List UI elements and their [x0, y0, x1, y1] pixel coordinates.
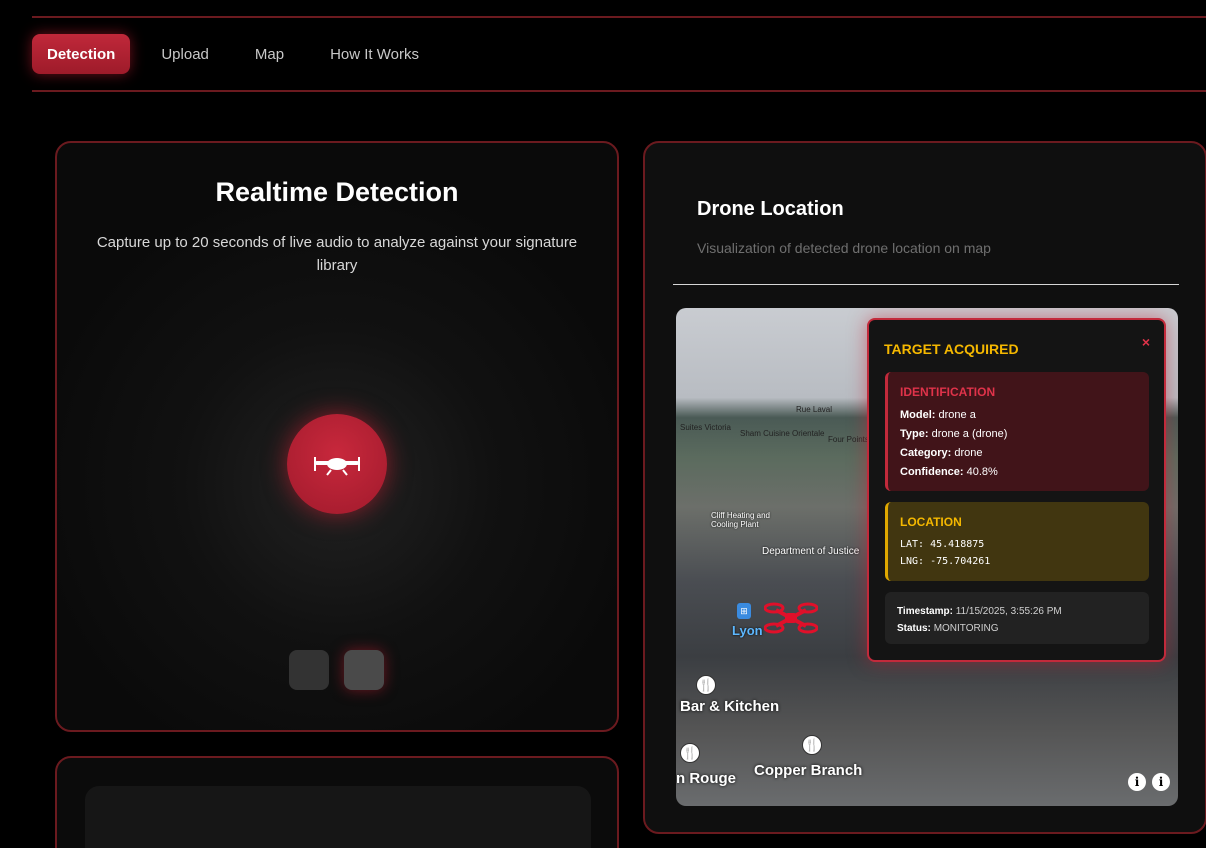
app-root: Detection Upload Map How It Works Realti… [0, 0, 1206, 848]
map-label: Copper Branch [754, 762, 863, 779]
map-label-lyon: Lyon [732, 623, 763, 638]
restaurant-icon: 🍴 [680, 743, 700, 763]
popup-title: TARGET ACQUIRED [884, 341, 1019, 357]
location-subtitle: Visualization of detected drone location… [697, 240, 991, 256]
results-area [85, 786, 591, 848]
timestamp-row: Timestamp: 11/15/2025, 3:55:26 PM [897, 606, 1062, 617]
drone-location-panel: Drone Location Visualization of detected… [643, 141, 1206, 834]
play-control[interactable] [344, 650, 384, 690]
map-label: n Rouge [676, 770, 736, 787]
model-row: Model: drone a [900, 409, 976, 421]
drone-icon [314, 457, 360, 476]
status-row: Status: MONITORING [897, 623, 999, 634]
confidence-row: Confidence: 40.8% [900, 466, 998, 478]
info-icon[interactable]: i [1152, 773, 1170, 791]
map-label: Cliff Heating and Cooling Plant [711, 511, 770, 529]
type-row: Type: drone a (drone) [900, 428, 1008, 440]
detection-description: Capture up to 20 seconds of live audio t… [96, 234, 578, 274]
record-button[interactable] [287, 414, 387, 514]
realtime-detection-panel: Realtime Detection Capture up to 20 seco… [55, 141, 619, 732]
category-row: Category: drone [900, 447, 983, 459]
close-icon[interactable]: × [1142, 334, 1150, 350]
stop-control[interactable] [289, 650, 329, 690]
identification-heading: IDENTIFICATION [900, 385, 996, 399]
tab-map[interactable]: Map [240, 34, 299, 74]
location-section: LOCATION LAT: 45.418875 LNG: -75.704261 [885, 502, 1149, 581]
longitude: LNG: -75.704261 [900, 556, 991, 567]
drone-marker-icon[interactable] [764, 600, 818, 638]
transit-icon: ⊞ [737, 603, 751, 619]
map-view[interactable]: Rue Laval Sham Cuisine Orientale Four Po… [676, 308, 1178, 806]
detection-title: Realtime Detection [215, 177, 459, 207]
location-title: Drone Location [697, 198, 844, 220]
top-strip [32, 0, 1206, 18]
main-nav: Detection Upload Map How It Works [32, 18, 1206, 92]
results-panel [55, 756, 619, 848]
restaurant-icon: 🍴 [802, 735, 822, 755]
tab-upload[interactable]: Upload [146, 34, 224, 74]
tab-how-it-works[interactable]: How It Works [315, 34, 434, 74]
latitude: LAT: 45.418875 [900, 539, 985, 550]
map-label: Sham Cuisine Orientale [740, 429, 825, 438]
restaurant-icon: 🍴 [696, 675, 716, 695]
identification-section: IDENTIFICATION Model: drone a Type: dron… [885, 372, 1149, 491]
map-label: Suites Victoria [680, 423, 731, 432]
target-acquired-popup: TARGET ACQUIRED × IDENTIFICATION Model: … [867, 318, 1166, 662]
map-label: Department of Justice [762, 546, 860, 557]
map-label: Bar & Kitchen [680, 698, 780, 715]
divider [673, 284, 1179, 285]
map-label: Rue Laval [796, 405, 833, 414]
info-icon[interactable]: i [1128, 773, 1146, 791]
status-section: Timestamp: 11/15/2025, 3:55:26 PM Status… [885, 592, 1149, 644]
location-heading: LOCATION [900, 515, 962, 529]
tab-detection[interactable]: Detection [32, 34, 131, 74]
